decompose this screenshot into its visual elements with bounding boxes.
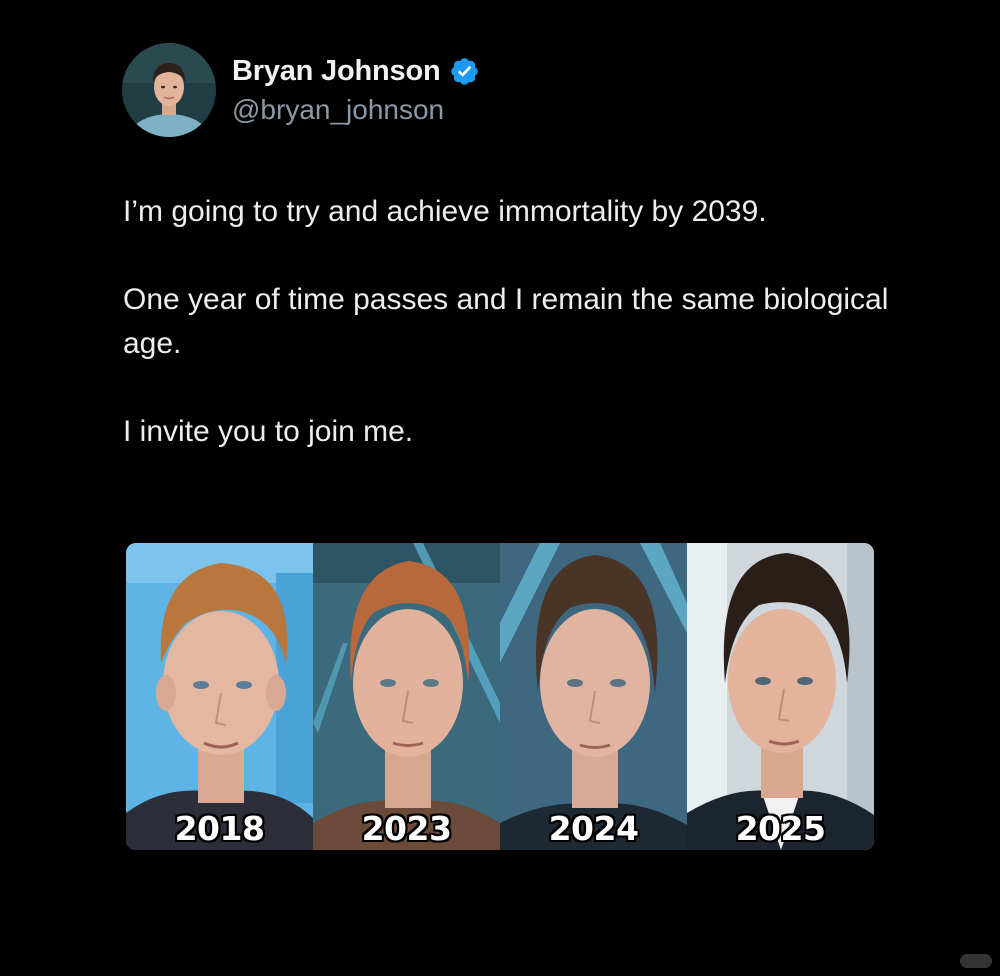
name-row: Bryan Johnson bbox=[232, 52, 480, 90]
portrait-image bbox=[126, 543, 313, 850]
tweet-media[interactable]: 2018 2023 2024 2025 bbox=[126, 543, 874, 850]
display-name[interactable]: Bryan Johnson bbox=[232, 55, 441, 88]
portrait-image bbox=[687, 543, 874, 850]
tweet-card: Bryan Johnson @bryan_johnson I’m going t… bbox=[0, 0, 1000, 976]
media-panel-2023: 2023 bbox=[313, 543, 500, 850]
avatar[interactable] bbox=[122, 43, 216, 137]
portrait-image bbox=[313, 543, 500, 850]
handle[interactable]: @bryan_johnson bbox=[232, 94, 480, 126]
year-label: 2024 bbox=[548, 809, 639, 848]
author-block: Bryan Johnson @bryan_johnson bbox=[232, 52, 480, 126]
year-label: 2023 bbox=[361, 809, 452, 848]
watermark-icon bbox=[960, 954, 992, 968]
tweet-paragraph: I’m going to try and achieve immortality… bbox=[123, 195, 767, 228]
portrait-image bbox=[500, 543, 687, 850]
year-label: 2018 bbox=[174, 809, 265, 848]
tweet-text: I’m going to try and achieve immortality… bbox=[123, 190, 923, 454]
media-panel-2018: 2018 bbox=[126, 543, 313, 850]
verified-badge-icon bbox=[449, 56, 480, 87]
year-label: 2025 bbox=[735, 809, 826, 848]
avatar-image bbox=[122, 43, 216, 137]
tweet-paragraph: I invite you to join me. bbox=[123, 415, 414, 448]
media-panel-2025: 2025 bbox=[687, 543, 874, 850]
tweet-paragraph: One year of time passes and I remain the… bbox=[123, 283, 889, 360]
media-panel-2024: 2024 bbox=[500, 543, 687, 850]
